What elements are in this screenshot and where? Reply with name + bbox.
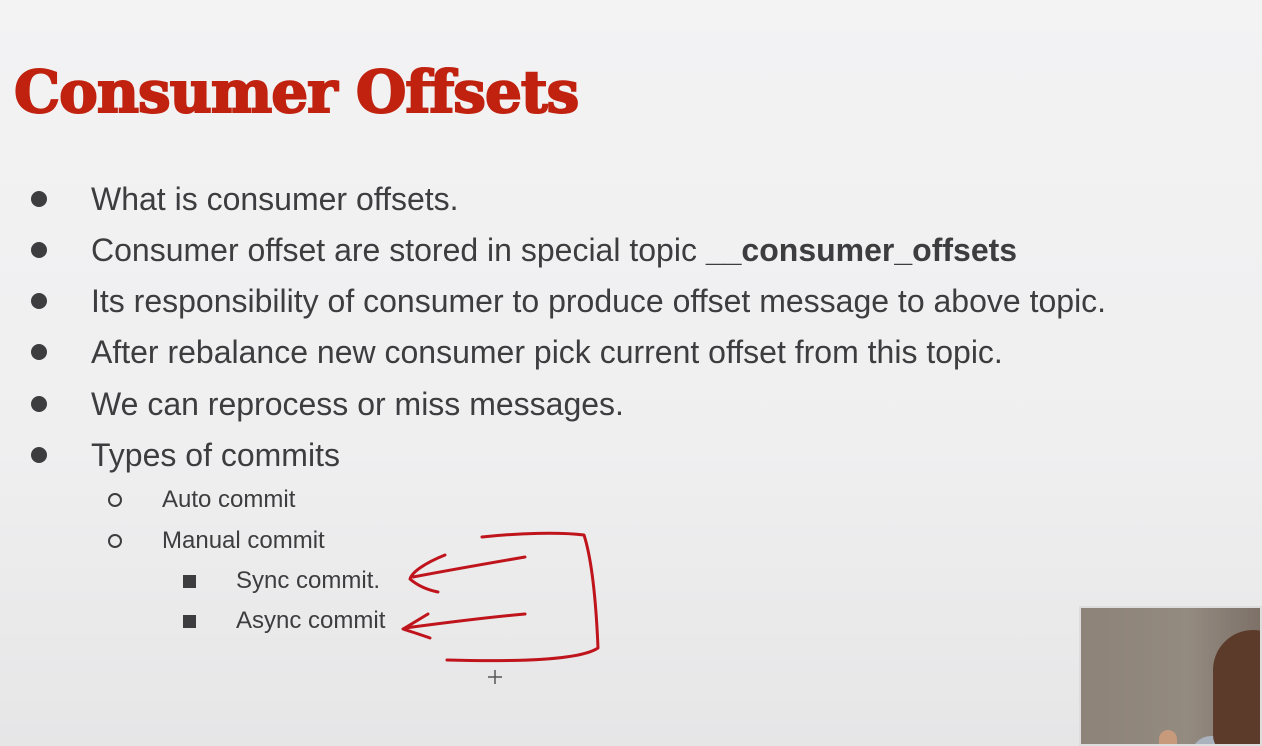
cursor-move-icon	[488, 670, 502, 684]
presenter-head	[1213, 630, 1260, 744]
annotation-arrow-sync	[408, 553, 527, 594]
annotation-bracket	[445, 531, 600, 663]
presenter-hand	[1159, 730, 1177, 744]
webcam-overlay	[1079, 606, 1262, 746]
annotation-arrow-async	[401, 612, 527, 640]
pen-annotation	[401, 531, 600, 684]
